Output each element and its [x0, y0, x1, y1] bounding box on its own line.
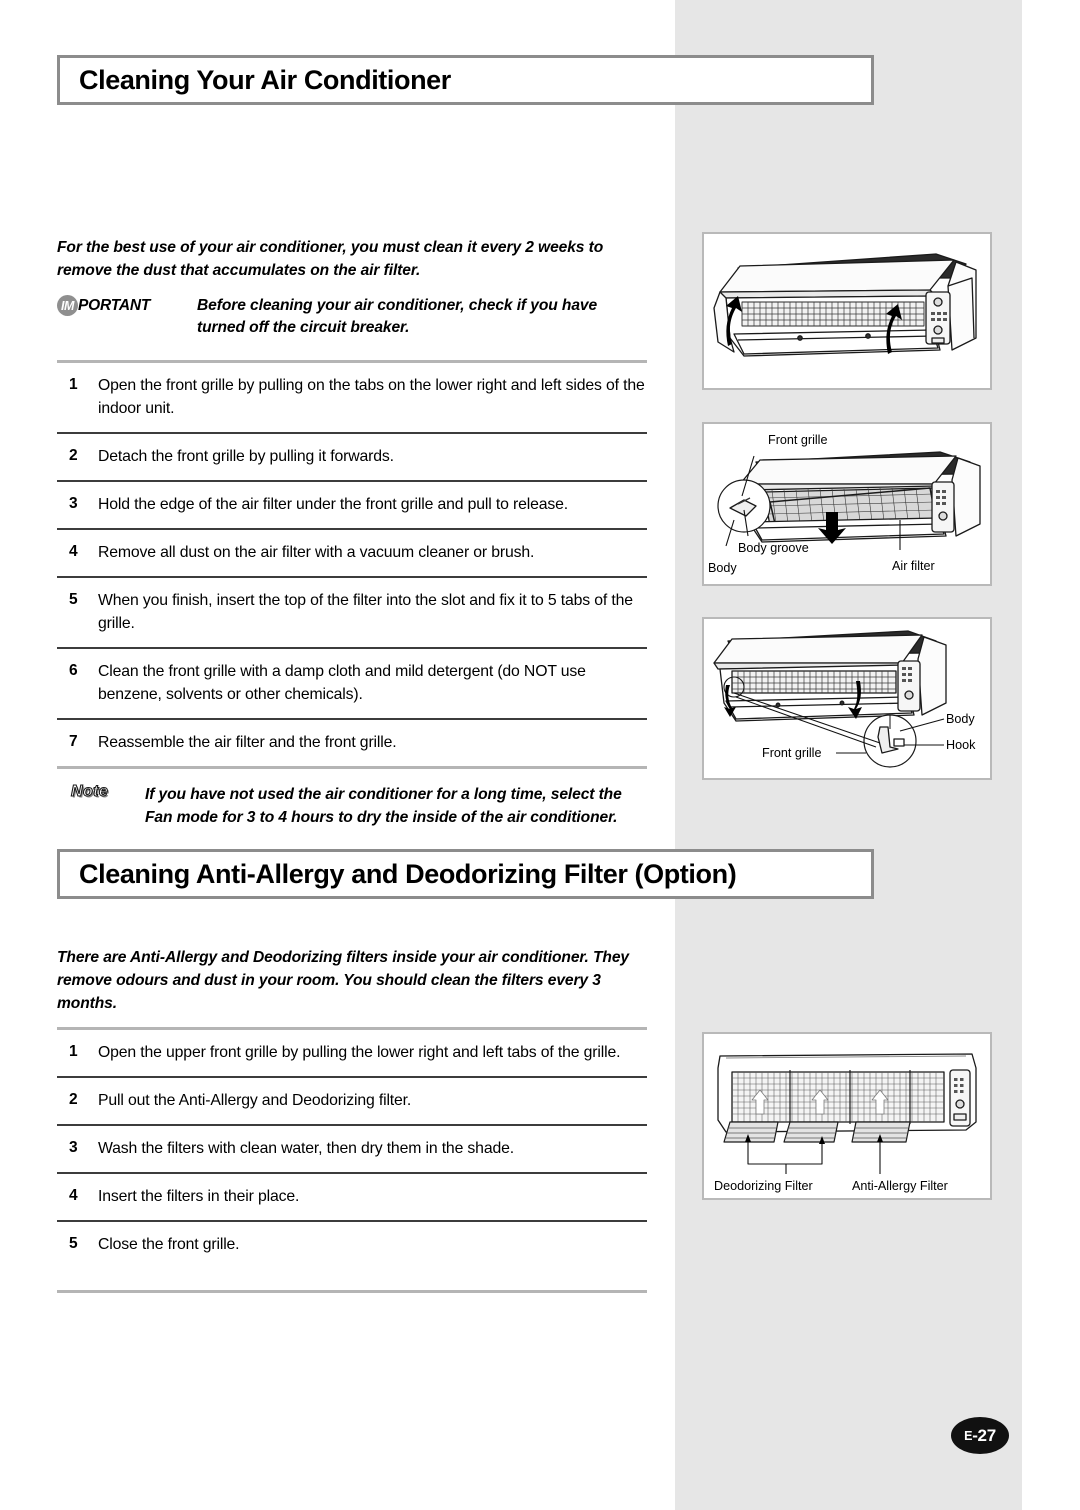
step-text: Insert the filters in their place. — [98, 1188, 300, 1205]
ac-unit-open-grille-drawing — [713, 253, 977, 357]
section2-intro-paragraph: There are Anti-Allergy and Deodorizing f… — [57, 949, 629, 1012]
step-number: 4 — [69, 543, 78, 560]
note-text: If you have not used the air conditioner… — [145, 786, 622, 826]
illustration-panel-open-grille — [702, 232, 992, 390]
section2-content: There are Anti-Allergy and Deodorizing f… — [57, 946, 647, 1293]
section2-steps-list: 1 Open the upper front grille by pulling… — [57, 1030, 647, 1268]
step-item: 2 Pull out the Anti-Allergy and Deodoriz… — [57, 1078, 647, 1124]
step-text: Remove all dust on the air filter with a… — [98, 544, 535, 561]
step-item: 3 Hold the edge of the air filter under … — [57, 482, 647, 528]
step-text: Clean the front grille with a damp cloth… — [98, 663, 586, 703]
step-number: 2 — [69, 1091, 78, 1108]
section-heading-cleaning-filters: Cleaning Anti-Allergy and Deodorizing Fi… — [57, 849, 874, 899]
step-text: When you finish, insert the top of the f… — [98, 592, 633, 632]
step-item: 6 Clean the front grille with a damp clo… — [57, 649, 647, 718]
page-number-prefix: E — [964, 1428, 973, 1443]
step-number: 1 — [69, 376, 78, 393]
step-item: 7 Reassemble the air filter and the fron… — [57, 720, 647, 766]
step-number: 6 — [69, 662, 78, 679]
step-text: Close the front grille. — [98, 1236, 240, 1253]
ac-unit-filters-drawing: Deodorizing Filter Anti-Allergy Filter — [714, 1053, 977, 1193]
step-text: Hold the edge of the air filter under th… — [98, 496, 568, 513]
step-number: 2 — [69, 447, 78, 464]
label-deodorizing-filter: Deodorizing Filter — [714, 1179, 813, 1193]
page-number-value: -27 — [972, 1425, 996, 1445]
section1-heading-text: Cleaning Your Air Conditioner — [79, 64, 451, 95]
illustration-panel-air-filter: Front grille Body groove Body Air filter — [702, 422, 992, 586]
step-number: 4 — [69, 1187, 78, 1204]
manual-page: Cleaning Your Air Conditioner For the be… — [0, 0, 1080, 1510]
step-item: 5 Close the front grille. — [57, 1222, 647, 1268]
important-badge-icon: IM — [57, 295, 78, 316]
section-heading-cleaning-air-conditioner: Cleaning Your Air Conditioner — [57, 55, 874, 105]
step-text: Open the upper front grille by pulling t… — [98, 1044, 621, 1061]
section1-steps-list: 1 Open the front grille by pulling on th… — [57, 363, 647, 766]
label-front-grille: Front grille — [768, 433, 828, 447]
important-label-rest: PORTANT — [78, 296, 151, 314]
label-anti-allergy-filter: Anti-Allergy Filter — [852, 1179, 948, 1193]
illustration-panel-filters: Deodorizing Filter Anti-Allergy Filter — [702, 1032, 992, 1200]
section1-content: For the best use of your air conditioner… — [57, 236, 647, 829]
divider-bottom — [57, 1290, 647, 1293]
step-item: 4 Remove all dust on the air filter with… — [57, 530, 647, 576]
page-number-badge: E -27 — [951, 1417, 1009, 1454]
step-item: 2 Detach the front grille by pulling it … — [57, 434, 647, 480]
label-body-groove: Body groove — [738, 541, 809, 555]
section2-heading-text: Cleaning Anti-Allergy and Deodorizing Fi… — [79, 858, 737, 889]
step-text: Detach the front grille by pulling it fo… — [98, 448, 394, 465]
step-item: 1 Open the front grille by pulling on th… — [57, 363, 647, 432]
label-hook: Hook — [946, 738, 976, 752]
step-number: 7 — [69, 733, 78, 750]
step-text: Wash the filters with clean water, then … — [98, 1140, 514, 1157]
label-front-grille: Front grille — [762, 746, 822, 760]
step-item: 5 When you finish, insert the top of the… — [57, 578, 647, 647]
step-text: Pull out the Anti-Allergy and Deodorizin… — [98, 1092, 412, 1109]
step-number: 5 — [69, 591, 78, 608]
important-label: IM PORTANT — [57, 295, 197, 316]
important-text: Before cleaning your air conditioner, ch… — [197, 297, 598, 336]
ac-unit-hook-drawing: Body Hook Front grille — [713, 630, 976, 768]
step-number: 5 — [69, 1235, 78, 1252]
step-item: 3 Wash the filters with clean water, the… — [57, 1126, 647, 1172]
step-number: 3 — [69, 1139, 78, 1156]
step-number: 3 — [69, 495, 78, 512]
label-body: Body — [708, 561, 737, 575]
label-air-filter: Air filter — [892, 559, 935, 573]
step-text: Open the front grille by pulling on the … — [98, 377, 645, 417]
section1-intro-paragraph: For the best use of your air conditioner… — [57, 239, 604, 279]
illustration-panel-hook-detail: Body Hook Front grille — [702, 617, 992, 780]
step-text: Reassemble the air filter and the front … — [98, 734, 397, 751]
note-callout: Note If you have not used the air condit… — [57, 769, 647, 829]
step-item: 1 Open the upper front grille by pulling… — [57, 1030, 647, 1076]
step-item: 4 Insert the filters in their place. — [57, 1174, 647, 1220]
step-number: 1 — [69, 1043, 78, 1060]
ac-unit-air-filter-drawing: Front grille Body groove Body Air filter — [708, 433, 981, 575]
note-label: Note — [70, 782, 109, 800]
label-body: Body — [946, 712, 975, 726]
important-callout: IM PORTANT Before cleaning your air condi… — [57, 295, 647, 339]
